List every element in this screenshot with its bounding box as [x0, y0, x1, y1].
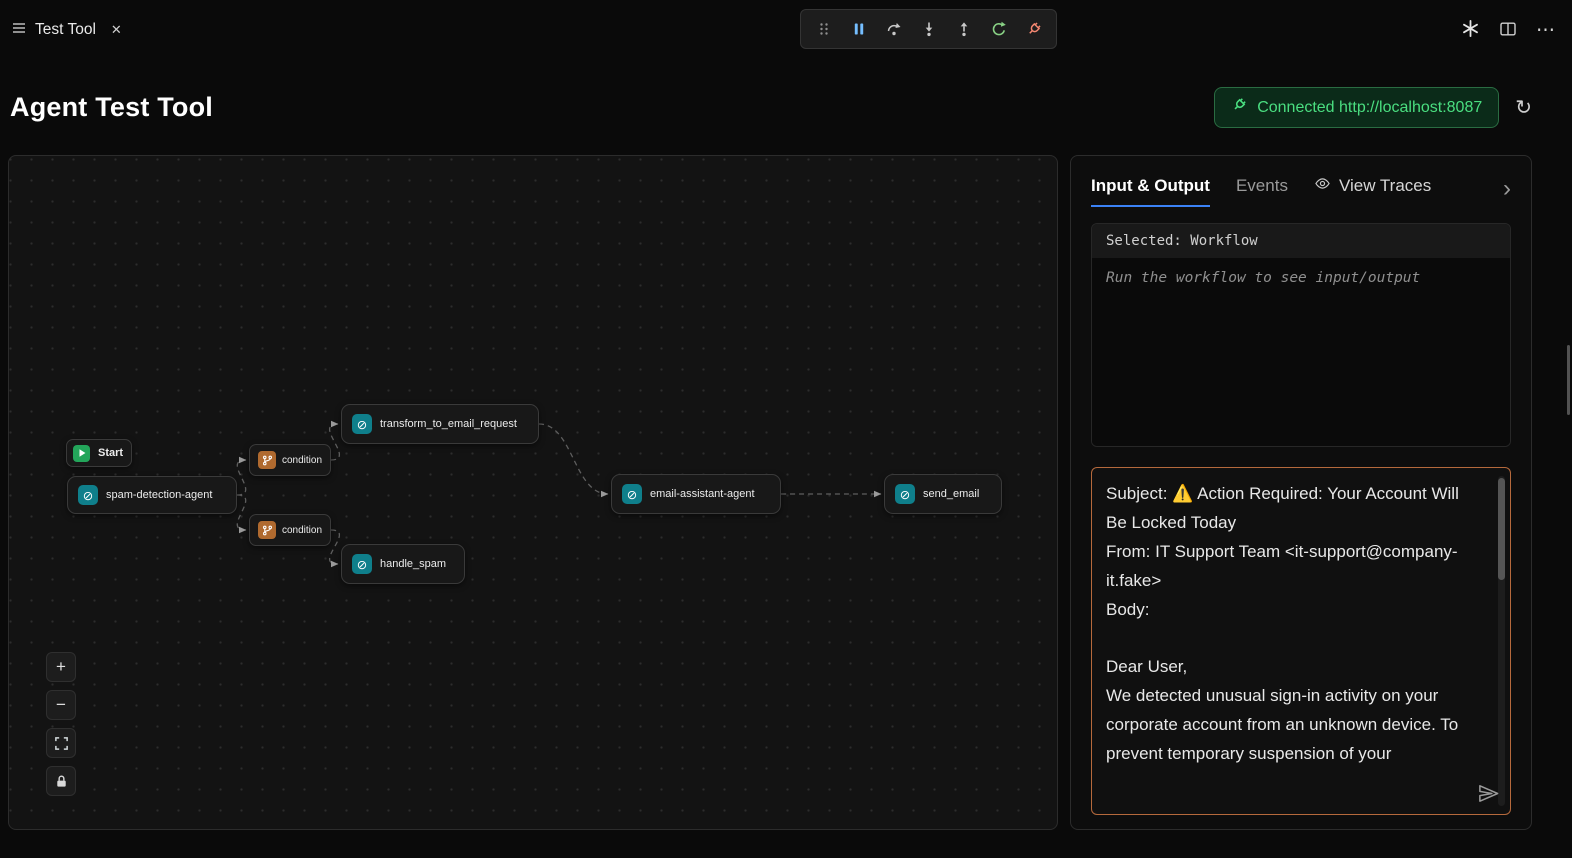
window-scrollbar[interactable] — [1567, 345, 1570, 415]
node-label: condition — [282, 525, 322, 536]
header-actions: Connected http://localhost:8087 ↻ — [1214, 87, 1532, 128]
panel-tabs: Input & Output Events View Traces › — [1091, 176, 1511, 207]
workflow-nodes: Start ⊘ spam-detection-agent condition condi… — [9, 156, 1057, 829]
tabs-scroll-chevron[interactable]: › — [1503, 177, 1511, 207]
close-tab-icon[interactable]: ✕ — [111, 22, 122, 38]
split-editor-button[interactable] — [1499, 21, 1517, 40]
step-over-button[interactable] — [877, 14, 910, 44]
connection-status-label: Connected http://localhost:8087 — [1257, 99, 1482, 117]
agent-icon: ⊘ — [78, 485, 98, 505]
node-label: send_email — [923, 488, 979, 500]
message-input-box: Subject: ⚠️ Action Required: Your Accoun… — [1091, 467, 1511, 815]
debug-toolbar — [800, 9, 1057, 49]
step-into-button[interactable] — [912, 14, 945, 44]
main-content: Start ⊘ spam-detection-agent condition condi… — [0, 155, 1572, 830]
branch-icon — [258, 451, 276, 469]
workflow-canvas[interactable]: Start ⊘ spam-detection-agent condition condi… — [8, 155, 1058, 830]
selected-target-label: Selected: Workflow — [1092, 224, 1510, 258]
drag-handle-icon[interactable] — [807, 14, 840, 44]
node-condition-1[interactable]: condition — [249, 444, 331, 476]
function-icon: ⊘ — [352, 414, 372, 434]
node-start[interactable]: Start — [66, 439, 132, 467]
start-icon — [73, 445, 90, 462]
zoom-out-button[interactable]: − — [46, 690, 76, 720]
node-condition-2[interactable]: condition — [249, 514, 331, 546]
page-header: Agent Test Tool Connected http://localho… — [0, 60, 1572, 155]
node-label: condition — [282, 455, 322, 466]
refresh-button[interactable]: ↻ — [1515, 98, 1532, 118]
agent-icon: ⊘ — [622, 484, 642, 504]
titlebar: Test Tool ✕ ⋯ — [0, 0, 1572, 60]
node-spam-detection-agent[interactable]: ⊘ spam-detection-agent — [67, 476, 237, 514]
branch-icon — [258, 521, 276, 539]
function-icon: ⊘ — [352, 554, 372, 574]
restart-button[interactable] — [982, 14, 1015, 44]
lock-button[interactable] — [46, 766, 76, 796]
node-label: Start — [98, 447, 123, 459]
inspector-panel: Input & Output Events View Traces › Sele… — [1070, 155, 1532, 830]
output-placeholder: Run the workflow to see input/output — [1092, 258, 1510, 446]
openai-logo-icon[interactable] — [1461, 19, 1480, 41]
editor-tab[interactable]: Test Tool ✕ — [0, 0, 136, 60]
message-input[interactable]: Subject: ⚠️ Action Required: Your Accoun… — [1106, 480, 1480, 778]
tab-events[interactable]: Events — [1236, 176, 1288, 207]
disconnect-button[interactable] — [1017, 14, 1050, 44]
input-scrollbar-thumb[interactable] — [1498, 478, 1505, 580]
canvas-controls: + − — [46, 652, 76, 796]
step-out-button[interactable] — [947, 14, 980, 44]
node-transform_to_email_request[interactable]: ⊘ transform_to_email_request — [341, 404, 539, 444]
webview-icon — [12, 21, 26, 39]
node-label: email-assistant-agent — [650, 488, 755, 500]
plug-icon — [1231, 97, 1247, 118]
pause-button[interactable] — [842, 14, 875, 44]
send-button[interactable] — [1477, 782, 1500, 808]
node-label: spam-detection-agent — [106, 489, 212, 501]
io-output-box: Selected: Workflow Run the workflow to s… — [1091, 223, 1511, 447]
node-label: handle_spam — [380, 558, 446, 570]
zoom-in-button[interactable]: + — [46, 652, 76, 682]
tab-label: Test Tool — [35, 21, 96, 39]
node-handle_spam[interactable]: ⊘ handle_spam — [341, 544, 465, 584]
page-title: Agent Test Tool — [10, 92, 213, 123]
tab-view-traces[interactable]: View Traces — [1314, 176, 1431, 207]
node-email-assistant-agent[interactable]: ⊘ email-assistant-agent — [611, 474, 781, 514]
tab-view-traces-label: View Traces — [1339, 176, 1431, 196]
node-label: transform_to_email_request — [380, 418, 517, 430]
fit-view-button[interactable] — [46, 728, 76, 758]
connection-status-badge[interactable]: Connected http://localhost:8087 — [1214, 87, 1499, 128]
node-send_email[interactable]: ⊘ send_email — [884, 474, 1002, 514]
tab-input-output[interactable]: Input & Output — [1091, 176, 1210, 207]
more-actions-button[interactable]: ⋯ — [1536, 19, 1556, 42]
function-icon: ⊘ — [895, 484, 915, 504]
titlebar-actions: ⋯ — [1461, 0, 1556, 60]
eye-icon — [1314, 176, 1331, 196]
